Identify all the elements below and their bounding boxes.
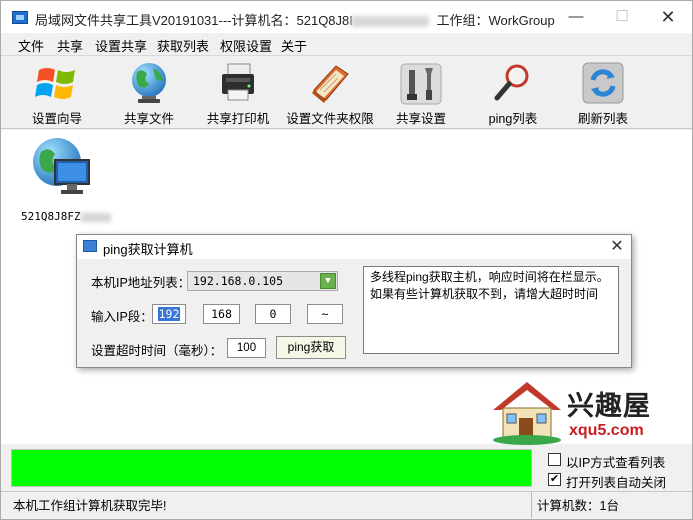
ip-segment-4-input[interactable]: ~ [307,304,343,324]
ip-segment-1-input[interactable]: 192 [152,304,186,324]
status-separator [531,492,532,518]
redacted-text [80,212,111,222]
menu-file[interactable]: 文件 [18,36,44,55]
windows-logo-icon [35,68,75,99]
toolbar: 设置向导 共享文件 共享打印机 设置文件夹权限 共享设置 ping列表 刷新列表 [1,55,692,129]
dialog-app-icon [83,240,97,252]
menu-share[interactable]: 共享 [57,36,83,55]
status-message: 本机工作组计算机获取完毕! [13,499,167,513]
ip-segment-2-input[interactable]: 168 [203,304,240,324]
dialog-title: ping获取计算机 [103,242,193,257]
share-settings-label: 共享设置 [395,112,446,126]
computer-item[interactable]: 521Q8J8FZ [15,136,115,224]
dialog-title-bar: ping获取计算机 ✕ [77,235,631,259]
folder-permissions-label: 设置文件夹权限 [286,112,374,126]
main-window: 局域网文件共享工具V20191031---计算机名：521Q8J8I 工作组：W… [0,0,693,520]
status-bar: 本机工作组计算机获取完毕! 计算机数：1台 [1,491,692,519]
share-files-button[interactable]: 共享文件 [116,58,182,128]
ip-list-select[interactable]: 192.168.0.105 ▼ [187,271,338,291]
setup-wizard-button[interactable]: 设置向导 [23,58,91,128]
folder-book-icon [312,65,349,103]
menu-permissions[interactable]: 权限设置 [220,36,272,55]
logo-url: xqu5.com [569,422,644,439]
timeout-label: 设置超时时间（毫秒）： [91,344,223,358]
dialog-close-button[interactable]: ✕ [603,235,631,259]
title-bar: 局域网文件共享工具V20191031---计算机名：521Q8J8I 工作组：W… [1,1,692,33]
ip-list-value: 192.168.0.105 [193,274,284,288]
minimize-button[interactable]: — [553,1,599,33]
house-logo-icon [493,382,561,445]
share-files-label: 共享文件 [123,112,174,126]
refresh-icon [582,62,624,104]
magnifier-icon [494,64,529,101]
refresh-list-button[interactable]: 刷新列表 [571,58,635,128]
ping-dialog: ping获取计算机 ✕ 本机IP地址列表： 192.168.0.105 ▼ 输入… [76,234,632,368]
window-title: 局域网文件共享工具V20191031---计算机名：521Q8J8I 工作组：W… [35,10,555,29]
menu-bar: 文件 共享 设置共享 获取列表 权限设置 关于 [1,33,692,55]
app-icon [12,11,28,24]
chevron-down-icon[interactable]: ▼ [320,273,336,289]
ping-list-button[interactable]: ping列表 [481,58,545,128]
computer-count: 计算机数：1台 [537,499,619,513]
menu-about[interactable]: 关于 [281,36,307,55]
maximize-button[interactable]: ☐ [599,1,645,33]
printer-icon [222,63,254,101]
share-settings-button[interactable]: 共享设置 [389,58,453,128]
menu-get-list[interactable]: 获取列表 [157,36,209,55]
ip-list-label: 本机IP地址列表： [91,276,191,290]
folder-permissions-button[interactable]: 设置文件夹权限 [285,58,375,128]
redacted-text [350,16,429,28]
close-button[interactable]: ✕ [645,1,691,33]
ip-segment-3-input[interactable]: 0 [255,304,291,324]
ping-button[interactable]: ping获取 [276,336,346,359]
setup-wizard-label: 设置向导 [31,112,82,126]
ip-view-checkbox[interactable] [548,453,561,466]
window-title-prefix: 局域网文件共享工具V20191031---计算机名：521Q8J8I [35,13,353,28]
info-textarea[interactable]: 多线程ping获取主机，响应时间将在栏显示。如果有些计算机获取不到，请增大超时时… [363,266,619,354]
share-printer-button[interactable]: 共享打印机 [205,58,271,128]
window-title-suffix: 工作组：WorkGroup [436,13,555,28]
refresh-list-label: 刷新列表 [577,112,628,126]
computer-name-text: 521Q8J8FZ [21,210,81,223]
ping-list-label: ping列表 [488,112,538,126]
auto-close-checkbox[interactable]: ✔ [548,473,561,486]
auto-close-label: 打开列表自动关闭 [566,476,667,490]
timeout-input[interactable]: 100 [227,338,266,358]
network-computer-icon [33,138,90,194]
menu-set-share[interactable]: 设置共享 [95,36,147,55]
tools-icon [400,63,442,105]
progress-bar [11,449,532,487]
globe-icon [132,63,166,103]
ip-segment-1-value: 192 [157,307,181,321]
ip-view-label: 以IP方式查看列表 [566,456,666,470]
ip-segment-label: 输入IP段： [91,310,153,324]
watermark-logo: 兴趣屋 xqu5.com [489,378,679,446]
progress-fill [12,450,531,486]
share-printer-label: 共享打印机 [206,112,270,126]
computer-name: 521Q8J8FZ [21,210,111,223]
logo-text: 兴趣屋 [567,391,651,421]
